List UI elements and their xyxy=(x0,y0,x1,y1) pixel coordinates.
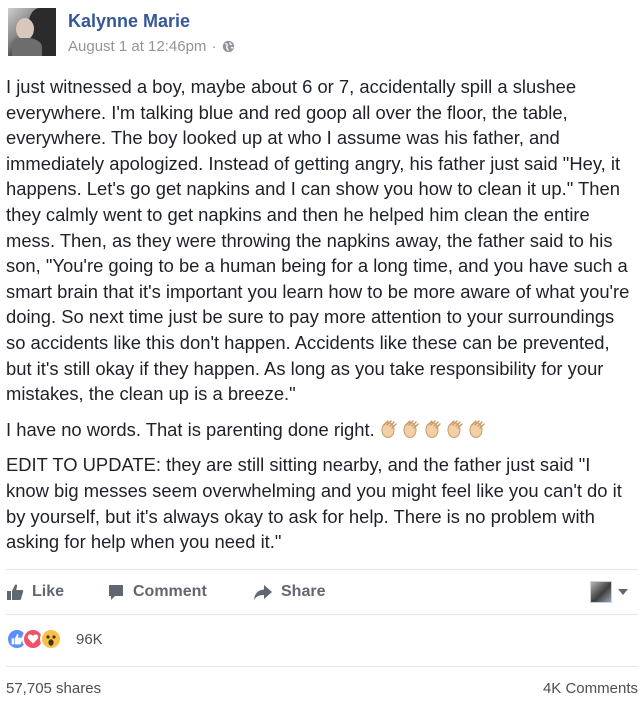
share-label: Share xyxy=(281,583,326,600)
thumbs-up-icon xyxy=(7,584,24,600)
like-button[interactable]: Like xyxy=(6,583,64,601)
avatar-face xyxy=(16,18,34,40)
divider xyxy=(6,569,638,570)
post-paragraph: EDIT TO UPDATE: they are still sitting n… xyxy=(6,454,622,553)
post-paragraph-with-emoji: I have no words. That is parenting done … xyxy=(6,417,638,443)
comment-button[interactable]: Comment xyxy=(107,583,207,601)
wow-reaction-icon xyxy=(40,628,62,650)
shares-count[interactable]: 57,705 shares xyxy=(6,680,101,697)
reaction-count: 96K xyxy=(76,630,103,648)
author-avatar[interactable] xyxy=(8,8,56,56)
post-body: I just witnessed a boy, maybe about 6 or… xyxy=(6,74,638,555)
clapping-hands-emoji-group xyxy=(379,419,487,439)
post-meta: August 1 at 12:46pm · xyxy=(68,38,235,55)
reaction-icons xyxy=(6,627,72,651)
like-label: Like xyxy=(32,583,65,600)
clapping-hands-icon xyxy=(379,419,399,439)
meta-separator: · xyxy=(211,38,217,55)
comment-label: Comment xyxy=(133,583,207,600)
clapping-hands-icon xyxy=(467,419,487,439)
post-as-selector[interactable] xyxy=(590,581,628,603)
post-paragraph: I just witnessed a boy, maybe about 6 or… xyxy=(6,76,630,405)
globe-icon[interactable] xyxy=(222,40,235,53)
viewer-avatar xyxy=(590,581,612,603)
clapping-hands-icon xyxy=(401,419,421,439)
share-arrow-icon xyxy=(254,585,272,600)
share-button[interactable]: Share xyxy=(253,583,325,601)
post-timestamp[interactable]: August 1 at 12:46pm xyxy=(68,38,206,55)
comment-icon xyxy=(109,585,123,600)
clapping-hands-icon xyxy=(445,419,465,439)
avatar-arm xyxy=(12,38,42,56)
divider xyxy=(6,614,638,615)
facebook-post: Kalynne Marie August 1 at 12:46pm · I ju… xyxy=(0,0,644,713)
author-name[interactable]: Kalynne Marie xyxy=(68,11,190,32)
post-stats: 57,705 shares 4K Comments xyxy=(6,680,638,700)
divider xyxy=(6,666,638,667)
reactions-summary[interactable]: 96K xyxy=(6,626,103,652)
action-bar: Like Comment Share xyxy=(6,578,638,606)
clapping-hands-icon xyxy=(423,419,443,439)
comments-count[interactable]: 4K Comments xyxy=(543,680,638,697)
post-paragraph: I have no words. That is parenting done … xyxy=(6,418,375,440)
chevron-down-icon xyxy=(618,589,628,595)
